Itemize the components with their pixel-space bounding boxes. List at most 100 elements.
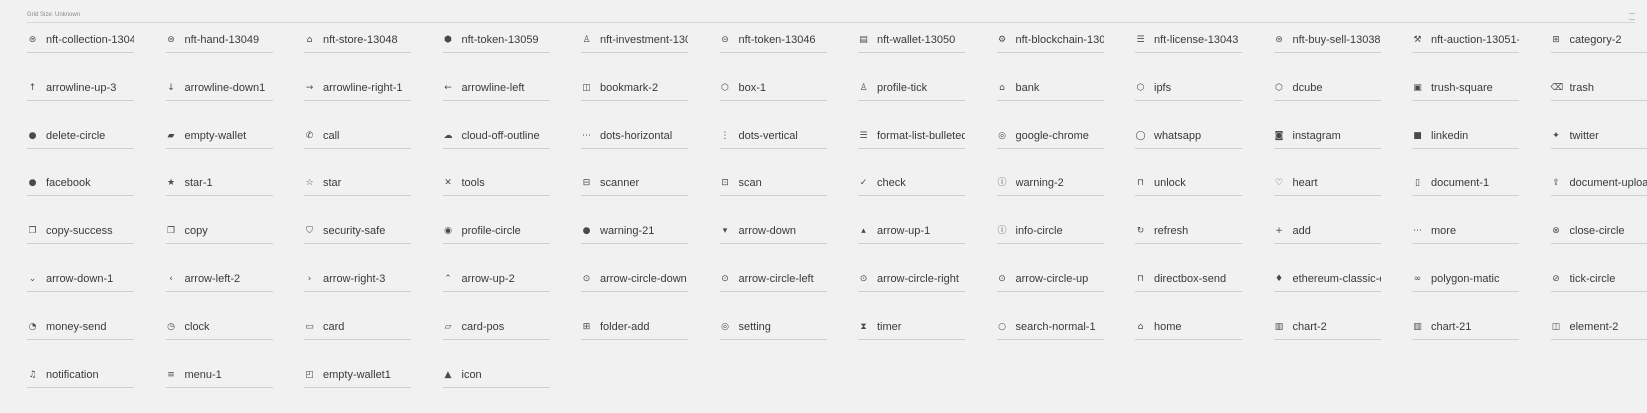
icon-tile[interactable]: ⊗close-circle <box>1551 222 1647 270</box>
icon-tile[interactable]: ⊞folder-add <box>581 318 720 366</box>
icon-tile[interactable]: ▭card <box>304 318 443 366</box>
icon-tile[interactable]: ☆star <box>304 174 443 222</box>
icon-tile[interactable]: ⛉security-safe <box>304 222 443 270</box>
icon-tile[interactable]: ›arrow-right-3 <box>304 270 443 318</box>
icon-tile[interactable]: ⌫trash <box>1551 79 1647 127</box>
icon-tile[interactable]: ⊙arrow-circle-up <box>997 270 1136 318</box>
icon-tile[interactable]: ♡heart <box>1274 174 1413 222</box>
label-underline <box>443 291 550 292</box>
icon-tile[interactable]: ⚒nft-auction-13051- <box>1412 31 1551 79</box>
icon-tile[interactable]: ◰empty-wallet1 <box>304 366 443 413</box>
icon-tile[interactable]: ↓arrowline-down1 <box>166 79 305 127</box>
icon-tile[interactable]: ←arrowline-left <box>443 79 582 127</box>
icon-tile[interactable]: ▴arrow-up-1 <box>858 222 997 270</box>
icon-tile[interactable]: ▱card-pos <box>443 318 582 366</box>
icon-tile[interactable]: ☰nft-license-13043 <box>1135 31 1274 79</box>
icon-tile[interactable]: ⊝nft-token-13046 <box>720 31 859 79</box>
icon-tile[interactable]: ⋯dots-horizontal <box>581 127 720 175</box>
icon-tile[interactable]: ✓check <box>858 174 997 222</box>
icon-tile[interactable]: ⋯more <box>1412 222 1551 270</box>
icon-tile[interactable]: ▰empty-wallet <box>166 127 305 175</box>
icon-tile[interactable]: ⊞category-2 <box>1551 31 1647 79</box>
icon-tile[interactable]: ⧗timer <box>858 318 997 366</box>
icon-tile[interactable]: ⊜nft-collection-13044 <box>27 31 166 79</box>
icon-tile[interactable]: ★star-1 <box>166 174 305 222</box>
icon-tile[interactable]: ⚙nft-blockchain-13053 <box>997 31 1136 79</box>
icon-tile[interactable]: +add <box>1274 222 1413 270</box>
icon-tile[interactable]: ◫element-2 <box>1551 318 1647 366</box>
icon-tile[interactable]: ▲icon <box>443 366 582 413</box>
icon-tile[interactable]: ∞polygon-matic <box>1412 270 1551 318</box>
icon-tile[interactable]: ▾arrow-down <box>720 222 859 270</box>
icon-label: nft-auction-13051- <box>1431 34 1519 47</box>
icon-tile[interactable]: ⊡scan <box>720 174 859 222</box>
icon-tile[interactable]: ⊜nft-hand-13049 <box>166 31 305 79</box>
icon-tile[interactable]: ◙instagram <box>1274 127 1413 175</box>
icon-tile[interactable]: ◷clock <box>166 318 305 366</box>
label-underline <box>581 100 688 101</box>
icon-tile[interactable]: ◎setting <box>720 318 859 366</box>
icon-tile[interactable]: ●warning-21 <box>581 222 720 270</box>
icon-tile[interactable]: ⌂nft-store-13048 <box>304 31 443 79</box>
icon-tile[interactable]: ▥chart-2 <box>1274 318 1413 366</box>
icon-tile[interactable]: ■linkedin <box>1412 127 1551 175</box>
icon-tile[interactable]: ⊓unlock <box>1135 174 1274 222</box>
icon-tile[interactable]: ▤nft-wallet-13050 <box>858 31 997 79</box>
icon-tile[interactable]: ▣trush-square <box>1412 79 1551 127</box>
delete-circle-icon: ● <box>27 131 38 142</box>
icon-tile[interactable]: ▥chart-21 <box>1412 318 1551 366</box>
icon-tile[interactable]: ◔money-send <box>27 318 166 366</box>
icon-tile[interactable]: ☰format-list-bulleted <box>858 127 997 175</box>
icon-tile[interactable]: ⌃arrow-up-2 <box>443 270 582 318</box>
icon-tile[interactable]: ⊓directbox-send <box>1135 270 1274 318</box>
icon-tile[interactable]: ⓘinfo-circle <box>997 222 1136 270</box>
icon-tile[interactable]: ⬡ipfs <box>1135 79 1274 127</box>
icon-tile[interactable]: ▯document-1 <box>1412 174 1551 222</box>
icon-tile[interactable]: ◎google-chrome <box>997 127 1136 175</box>
icon-tile[interactable]: ⊟scanner <box>581 174 720 222</box>
resize-handle-icon[interactable] <box>1629 13 1635 20</box>
icon-tile[interactable]: ❐copy <box>166 222 305 270</box>
icon-tile[interactable]: ◉profile-circle <box>443 222 582 270</box>
icon-tile[interactable]: ⊙arrow-circle-right <box>858 270 997 318</box>
icon-tile[interactable]: ☁cloud-off-outline <box>443 127 582 175</box>
icon-tile[interactable]: ✆call <box>304 127 443 175</box>
label-underline <box>581 243 688 244</box>
icon-tile[interactable]: ⊜nft-buy-sell-13038 <box>1274 31 1413 79</box>
icon-tile[interactable]: ♙profile-tick <box>858 79 997 127</box>
icon-tile[interactable]: ●delete-circle <box>27 127 166 175</box>
icon-tile[interactable]: ↻refresh <box>1135 222 1274 270</box>
cloud-off-icon: ☁ <box>443 131 454 142</box>
label-underline <box>1412 52 1519 53</box>
nft-collection-icon: ⊜ <box>27 35 38 46</box>
nft-wallet-icon: ▤ <box>858 35 869 46</box>
icon-tile[interactable]: ⓘwarning-2 <box>997 174 1136 222</box>
icon-tile[interactable]: ✦twitter <box>1551 127 1647 175</box>
icon-tile[interactable]: ⬡dcube <box>1274 79 1413 127</box>
icon-tile[interactable]: ≡menu-1 <box>166 366 305 413</box>
icon-tile[interactable]: ◯whatsapp <box>1135 127 1274 175</box>
icon-tile[interactable]: ⇪document-upload <box>1551 174 1647 222</box>
icon-tile[interactable]: ⌂home <box>1135 318 1274 366</box>
icon-tile[interactable]: ⋮dots-vertical <box>720 127 859 175</box>
icon-tile[interactable]: ‹arrow-left-2 <box>166 270 305 318</box>
icon-tile[interactable]: ○search-normal-1 <box>997 318 1136 366</box>
icon-tile[interactable]: ⌄arrow-down-1 <box>27 270 166 318</box>
icon-tile[interactable]: ⊙arrow-circle-down <box>581 270 720 318</box>
add-icon: + <box>1274 226 1285 237</box>
icon-tile[interactable]: ⊘tick-circle <box>1551 270 1647 318</box>
icon-tile[interactable]: ↑arrowline-up-3 <box>27 79 166 127</box>
icon-tile[interactable]: ♫notification <box>27 366 166 413</box>
icon-tile[interactable]: ⬢nft-token-13059 <box>443 31 582 79</box>
icon-tile[interactable]: ●facebook <box>27 174 166 222</box>
icon-tile[interactable]: ⬡box-1 <box>720 79 859 127</box>
icon-tile[interactable]: ✕tools <box>443 174 582 222</box>
label-underline <box>27 148 134 149</box>
icon-tile[interactable]: ◫bookmark-2 <box>581 79 720 127</box>
icon-tile[interactable]: ♙nft-investment-13052 <box>581 31 720 79</box>
icon-tile[interactable]: ⌂bank <box>997 79 1136 127</box>
icon-tile[interactable]: ⊙arrow-circle-left <box>720 270 859 318</box>
icon-tile[interactable]: →arrowline-right-1 <box>304 79 443 127</box>
icon-tile[interactable]: ❐copy-success <box>27 222 166 270</box>
icon-tile[interactable]: ♦ethereum-classic-etc <box>1274 270 1413 318</box>
